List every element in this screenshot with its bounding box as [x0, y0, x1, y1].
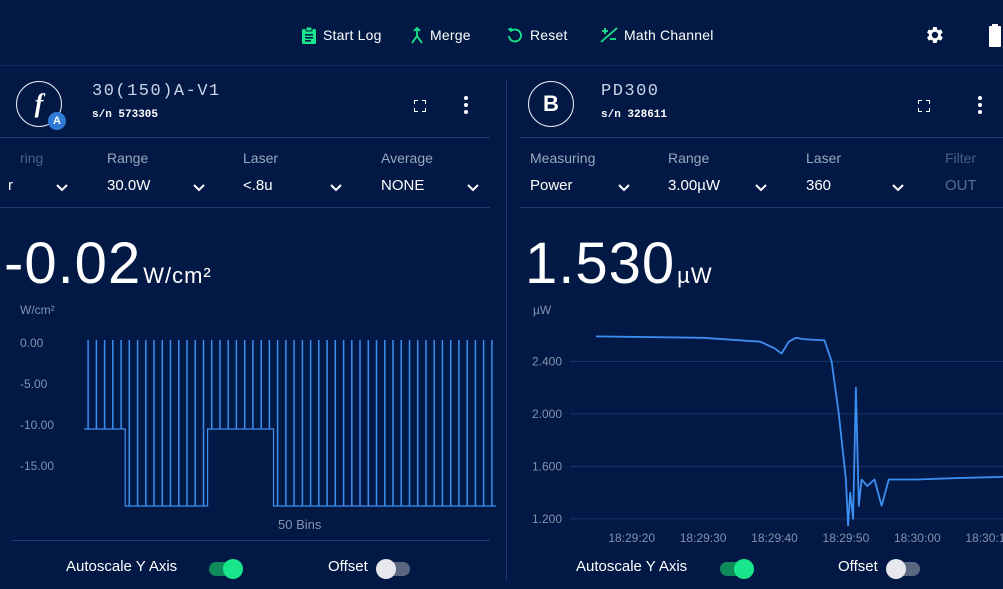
channel-b-reading-unit: µW	[677, 263, 713, 288]
chevron-down-icon[interactable]	[55, 180, 69, 192]
reset-button[interactable]: Reset	[506, 24, 568, 46]
chevron-down-icon[interactable]	[754, 180, 768, 192]
autoscale-toggle[interactable]	[720, 559, 754, 579]
y-tick: -5.00	[20, 377, 48, 391]
channel-a-serial: s/n 573305	[92, 109, 159, 121]
autoscale-label: Autoscale Y Axis	[66, 558, 178, 575]
fullscreen-icon[interactable]	[413, 99, 427, 117]
average-label: Average	[381, 150, 433, 166]
math-channel-button[interactable]: Math Channel	[600, 24, 714, 46]
y-tick: 0.00	[20, 336, 44, 350]
footer-divider	[12, 540, 490, 541]
channel-b-logo-letter: B	[543, 91, 559, 116]
channel-b-reading-value: 1.530	[525, 231, 676, 296]
more-vert-icon[interactable]	[978, 96, 982, 119]
channel-b-device-name: PD300	[601, 82, 660, 101]
measuring-value[interactable]: r	[8, 177, 13, 194]
start-log-button[interactable]: Start Log	[301, 24, 382, 46]
more-vert-icon[interactable]	[464, 96, 468, 119]
x-tick: 18:29:30	[680, 531, 727, 542]
chevron-down-icon[interactable]	[891, 180, 905, 192]
laser-label: Laser	[243, 150, 279, 166]
channel-a-reading: -0.02W/cm²	[4, 230, 212, 297]
measuring-label: Measuring	[530, 150, 596, 166]
chevron-down-icon[interactable]	[466, 180, 480, 192]
y-tick: 2.400	[532, 354, 562, 368]
toggle-knob	[886, 559, 906, 579]
histogram-chart	[84, 340, 496, 507]
offset-toggle[interactable]	[376, 559, 410, 579]
x-tick: 18:30:10	[965, 531, 1003, 542]
filter-label: Filter	[945, 150, 977, 166]
gear-icon[interactable]	[923, 24, 945, 46]
range-value[interactable]: 30.0W	[107, 177, 150, 194]
top-toolbar: Start Log Merge Reset Math Channel	[0, 0, 1003, 70]
toggle-knob	[376, 559, 396, 579]
channel-b-reading: 1.530µW	[525, 230, 713, 297]
chevron-down-icon[interactable]	[329, 180, 343, 192]
range-label: Range	[668, 150, 710, 166]
filter-value: OUT	[945, 177, 977, 194]
bins-label: 50 Bins	[278, 517, 322, 532]
reset-label: Reset	[530, 27, 568, 43]
merge-label: Merge	[430, 27, 471, 43]
channel-a-badge: A	[48, 112, 66, 130]
y-tick: -10.00	[20, 418, 55, 432]
autoscale-toggle[interactable]	[209, 559, 243, 579]
header-divider	[520, 137, 1003, 138]
x-tick: 18:29:50	[823, 531, 870, 542]
channel-b-panel: B PD300 s/n 328611 Measuring Power Range…	[510, 66, 1003, 589]
clipboard-icon	[301, 26, 323, 44]
laser-value[interactable]: <.8u	[243, 177, 273, 194]
autoscale-label: Autoscale Y Axis	[576, 558, 688, 575]
measuring-label: ring	[20, 150, 44, 166]
channel-b-logo: B	[528, 81, 574, 127]
battery-icon	[988, 24, 1002, 48]
range-value[interactable]: 3.00µW	[668, 177, 720, 194]
offset-toggle[interactable]	[886, 559, 920, 579]
range-label: Range	[107, 150, 149, 166]
y-tick: 1.600	[532, 459, 562, 473]
start-log-label: Start Log	[323, 27, 382, 43]
average-value[interactable]: NONE	[381, 177, 424, 194]
offset-label: Offset	[838, 558, 878, 575]
y-tick: 2.000	[532, 407, 562, 421]
channel-a-reading-value: -0.02	[4, 231, 142, 296]
x-tick: 18:29:40	[751, 531, 798, 542]
header-divider	[0, 137, 490, 138]
channel-a-panel: f A 30(150)A-V1 s/n 573305 ring r Range …	[0, 66, 500, 589]
toggle-knob	[223, 559, 243, 579]
chevron-down-icon[interactable]	[617, 180, 631, 192]
controls-divider	[520, 207, 1003, 208]
y-tick: 1.200	[532, 512, 562, 526]
reset-icon	[506, 26, 530, 44]
series-line	[595, 335, 1003, 527]
measuring-value[interactable]: Power	[530, 177, 573, 194]
controls-divider	[0, 207, 490, 208]
laser-label: Laser	[806, 150, 842, 166]
channel-a-axis-unit: W/cm²	[20, 303, 55, 317]
x-tick: 18:29:20	[608, 531, 655, 542]
toggle-knob	[734, 559, 754, 579]
math-channel-icon	[600, 27, 624, 43]
channel-a-device-name: 30(150)A-V1	[92, 82, 221, 101]
fullscreen-icon[interactable]	[917, 99, 931, 117]
channel-a-logo: f A	[16, 81, 66, 130]
laser-value[interactable]: 360	[806, 177, 831, 194]
math-channel-label: Math Channel	[624, 27, 714, 43]
time-series-chart: 2.400 2.000 1.600 1.200 18:29:20 18:29:30 18:2…	[532, 335, 1003, 542]
offset-label: Offset	[328, 558, 368, 575]
chevron-down-icon[interactable]	[192, 180, 206, 192]
merge-icon	[410, 26, 430, 44]
y-tick: -15.00	[20, 459, 55, 473]
channel-a-logo-letter: f	[34, 89, 44, 118]
channel-b-serial: s/n 328611	[601, 109, 668, 121]
x-tick: 18:30:00	[894, 531, 941, 542]
panel-divider	[506, 80, 507, 580]
channel-a-reading-unit: W/cm²	[143, 263, 212, 288]
merge-button[interactable]: Merge	[410, 24, 471, 46]
